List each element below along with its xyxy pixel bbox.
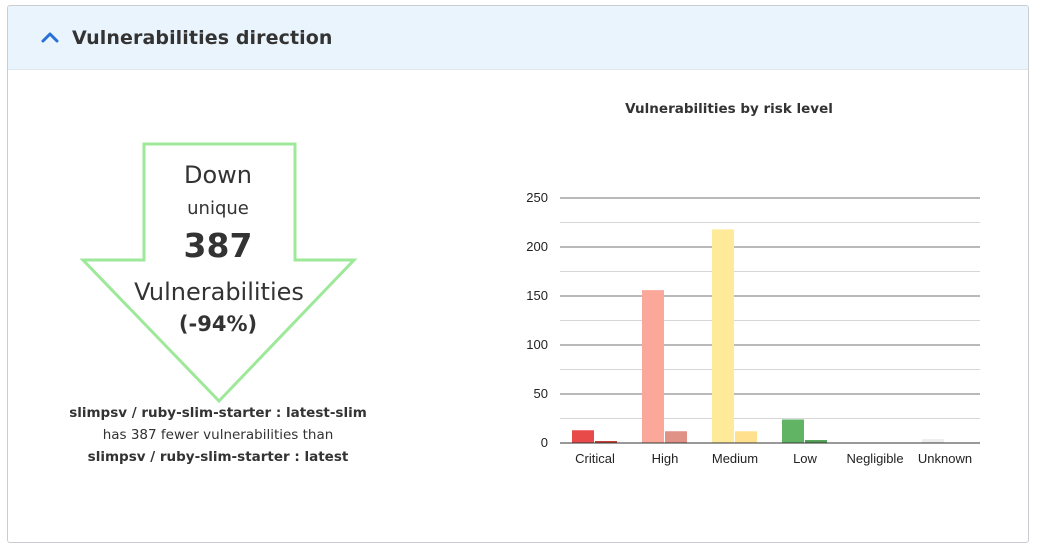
chart-title: Vulnerabilities by risk level	[625, 101, 833, 117]
y-tick-label: 100	[526, 337, 548, 352]
bar-medium-2	[735, 431, 757, 443]
bar-high-2	[665, 431, 687, 443]
x-tick-label: Medium	[712, 451, 758, 466]
vulnerability-unit: Vulnerabilities	[134, 278, 304, 306]
bar-unknown-1	[922, 439, 944, 443]
direction-sublabel: unique	[187, 198, 249, 219]
x-tick-label: Low	[793, 451, 817, 466]
comparison-sentence: has 387 fewer vulnerabilities than	[102, 427, 334, 443]
x-tick-label: High	[652, 451, 679, 466]
comparison-text: slimpsv / ruby-slim-starter : latest-sli…	[38, 402, 398, 468]
y-tick-label: 50	[534, 386, 548, 401]
direction-label: Down	[183, 161, 252, 189]
bar-critical-2	[595, 441, 617, 443]
bar-critical-1	[572, 430, 594, 443]
target-image-name: slimpsv / ruby-slim-starter : latest-sli…	[69, 405, 367, 421]
vulnerabilities-direction-panel: Vulnerabilities direction Down unique 38…	[7, 5, 1029, 543]
y-tick-label: 0	[541, 435, 548, 450]
bar-low-2	[805, 440, 827, 443]
y-tick-label: 250	[526, 190, 548, 205]
vulnerability-count: 387	[183, 226, 253, 265]
bar-medium-1	[712, 229, 734, 443]
y-tick-label: 200	[526, 239, 548, 254]
vulnerability-percent: (-94%)	[178, 312, 258, 336]
x-tick-label: Critical	[575, 451, 615, 466]
bar-low-1	[782, 419, 804, 443]
baseline-image-name: slimpsv / ruby-slim-starter : latest	[87, 449, 349, 465]
x-tick-label: Negligible	[846, 451, 903, 466]
bar-high-1	[642, 290, 664, 443]
x-tick-label: Unknown	[918, 451, 972, 466]
y-tick-label: 150	[526, 288, 548, 303]
